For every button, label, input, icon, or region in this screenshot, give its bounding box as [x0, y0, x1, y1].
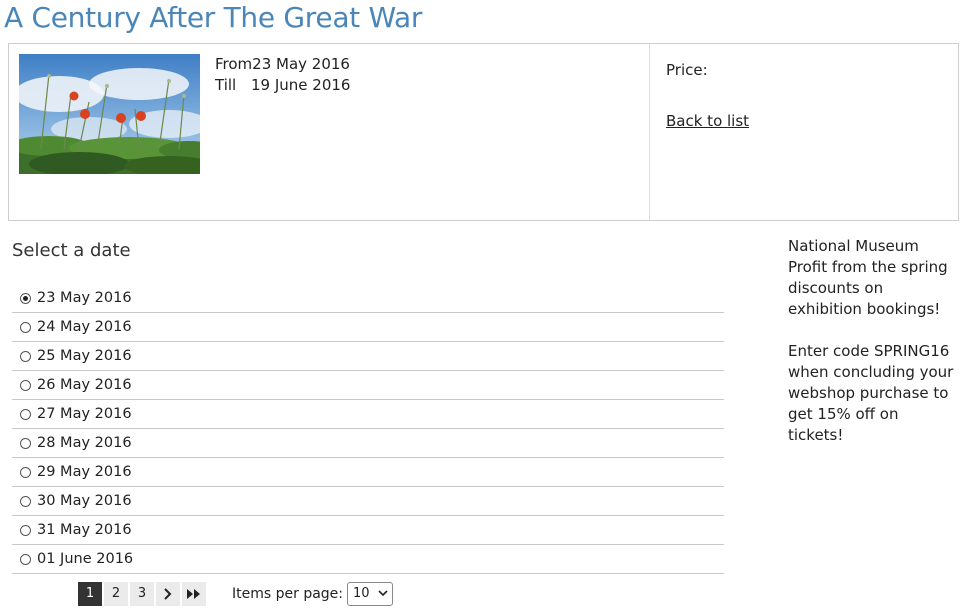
pagination: 123: [78, 581, 208, 606]
date-option-label: 01 June 2016: [37, 551, 134, 567]
date-option[interactable]: 01 June 2016: [12, 545, 724, 574]
event-details: From23 May 2016 Till 19 June 2016: [9, 44, 650, 220]
radio-button[interactable]: [20, 321, 31, 333]
date-option[interactable]: 24 May 2016: [12, 313, 724, 342]
items-per-page-select[interactable]: 10: [347, 581, 394, 606]
select-date-heading: Select a date: [12, 240, 131, 261]
promo-text-1: National Museum Profit from the spring d…: [788, 237, 948, 318]
date-option[interactable]: 30 May 2016: [12, 487, 724, 516]
page-button[interactable]: 2: [104, 581, 128, 606]
event-image: [19, 54, 200, 174]
date-option-label: 29 May 2016: [37, 464, 132, 480]
radio-button[interactable]: [20, 495, 31, 507]
radio-button[interactable]: [20, 379, 31, 391]
promo-sidebar: National Museum Profit from the spring d…: [788, 236, 958, 446]
from-date: 23 May 2016: [252, 55, 350, 73]
event-side: Price: Back to list: [666, 60, 749, 130]
radio-button[interactable]: [20, 553, 31, 565]
last-page-button[interactable]: [182, 581, 206, 606]
items-per-page-label: Items per page:: [232, 585, 344, 602]
date-option[interactable]: 23 May 2016: [12, 284, 724, 313]
back-to-list-link[interactable]: Back to list: [666, 112, 749, 130]
promo-text-2: Enter code SPRING16 when concluding your…: [788, 342, 954, 444]
page-title: A Century After The Great War: [4, 1, 423, 34]
from-label: From: [215, 55, 253, 73]
date-option[interactable]: 27 May 2016: [12, 400, 724, 429]
date-option[interactable]: 26 May 2016: [12, 371, 724, 400]
event-date-range: From23 May 2016 Till 19 June 2016: [215, 54, 350, 96]
price-label: Price:: [666, 61, 708, 79]
double-chevron-right-icon: [187, 588, 200, 599]
page-button[interactable]: 1: [78, 581, 102, 606]
date-option-label: 28 May 2016: [37, 435, 132, 451]
radio-button[interactable]: [20, 292, 31, 304]
items-per-page: Items per page: 10: [232, 581, 394, 606]
date-option-label: 27 May 2016: [37, 406, 132, 422]
radio-button[interactable]: [20, 524, 31, 536]
date-option[interactable]: 29 May 2016: [12, 458, 724, 487]
date-list: 23 May 2016 24 May 2016 25 May 2016 26 May …: [12, 284, 724, 574]
chevron-down-icon: [378, 590, 388, 597]
date-option[interactable]: 28 May 2016: [12, 429, 724, 458]
date-option-label: 30 May 2016: [37, 493, 132, 509]
radio-button[interactable]: [20, 350, 31, 362]
event-info-panel: From23 May 2016 Till 19 June 2016 Price: …: [8, 43, 959, 221]
date-option-label: 24 May 2016: [37, 319, 132, 335]
date-option-label: 23 May 2016: [37, 290, 132, 306]
till-date: 19 June 2016: [251, 76, 351, 94]
next-page-button[interactable]: [156, 581, 180, 606]
date-option-label: 31 May 2016: [37, 522, 132, 538]
radio-button[interactable]: [20, 466, 31, 478]
date-option[interactable]: 25 May 2016: [12, 342, 724, 371]
chevron-right-icon: [164, 587, 172, 600]
page-button[interactable]: 3: [130, 581, 154, 606]
date-option-label: 26 May 2016: [37, 377, 132, 393]
radio-button[interactable]: [20, 408, 31, 420]
items-per-page-value: 10: [353, 586, 370, 601]
radio-button[interactable]: [20, 437, 31, 449]
date-option-label: 25 May 2016: [37, 348, 132, 364]
from-row: From23 May 2016: [215, 54, 350, 75]
till-row: Till 19 June 2016: [215, 75, 350, 96]
till-label: Till: [215, 76, 237, 94]
poppies-photo-icon: [19, 54, 200, 174]
date-option[interactable]: 31 May 2016: [12, 516, 724, 545]
